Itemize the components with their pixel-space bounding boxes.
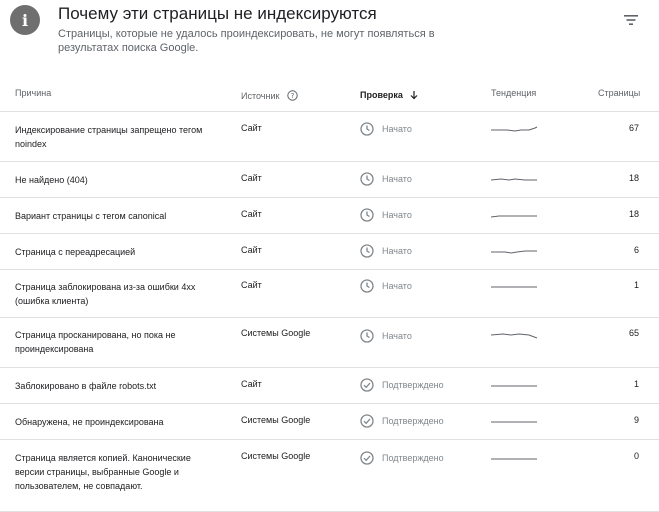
- table-row[interactable]: Вариант страницы с тегом canonical Сайт На…: [0, 198, 659, 234]
- trend-sparkline: [491, 215, 537, 218]
- row-status-label: Подтверждено: [382, 380, 444, 390]
- row-pages-count: 1: [633, 280, 639, 290]
- row-reason: Страница является копией. Канонические в…: [15, 453, 191, 491]
- row-reason: Страница просканирована, но пока не прои…: [15, 330, 176, 354]
- column-trend: Тенденция: [491, 88, 537, 98]
- column-validation[interactable]: Проверка: [360, 88, 418, 100]
- row-pages-count: 65: [628, 328, 639, 338]
- check-circle-icon: [360, 378, 374, 392]
- row-status-label: Начато: [382, 281, 412, 291]
- row-source: Системы Google: [241, 415, 311, 425]
- svg-text:?: ?: [291, 92, 295, 100]
- row-status: Подтверждено: [360, 414, 444, 428]
- filter-button[interactable]: [619, 8, 643, 32]
- trend-sparkline: [491, 126, 538, 132]
- row-reason: Страница с переадресацией: [15, 247, 136, 257]
- row-source: Сайт: [241, 209, 262, 219]
- row-status: Начато: [360, 208, 412, 222]
- column-source[interactable]: Источник ?: [241, 88, 298, 101]
- trend-sparkline: [491, 385, 537, 387]
- row-pages-count: 6: [633, 245, 639, 255]
- column-reason[interactable]: Причина: [15, 88, 51, 98]
- row-status: Начато: [360, 244, 412, 258]
- clock-icon: [360, 329, 374, 343]
- section-subtitle: Страницы, которые не удалось проиндексир…: [58, 28, 435, 54]
- table-row[interactable]: Заблокировано в файле robots.txt Сайт Подт…: [0, 368, 659, 404]
- trend-sparkline: [491, 178, 537, 181]
- help-icon[interactable]: ?: [287, 90, 298, 101]
- table-header: Причина Источник ? Проверка Тенденция Ст…: [0, 84, 659, 104]
- section-header: i Почему эти страницы не индексируются С…: [0, 0, 659, 70]
- filter-icon: [624, 15, 638, 25]
- row-reason: Не найдено (404): [15, 175, 88, 185]
- row-source: Системы Google: [241, 451, 311, 461]
- row-status-label: Начато: [382, 124, 412, 134]
- trend-sparkline: [491, 421, 537, 423]
- trend-sparkline: [491, 333, 538, 339]
- sort-arrow-down-icon: [410, 91, 418, 100]
- clock-icon: [360, 244, 374, 258]
- row-reason: Обнаружена, не проиндексирована: [15, 417, 164, 427]
- row-status: Начато: [360, 279, 412, 293]
- clock-icon: [360, 279, 374, 293]
- row-reason: Заблокировано в файле robots.txt: [15, 381, 157, 391]
- row-pages-count: 67: [628, 123, 639, 133]
- trend-sparkline: [491, 286, 537, 288]
- table-row[interactable]: Страница просканирована, но пока не прои…: [0, 318, 659, 368]
- table-row[interactable]: Не найдено (404) Сайт Начато 18: [0, 162, 659, 198]
- info-icon: i: [10, 5, 40, 35]
- table-row[interactable]: Страница является копией. Канонические в…: [0, 440, 659, 512]
- section-title: Почему эти страницы не индексируются: [58, 4, 377, 23]
- row-status-label: Начато: [382, 210, 412, 220]
- row-source: Сайт: [241, 173, 262, 183]
- row-pages-count: 9: [633, 415, 639, 425]
- row-reason: Вариант страницы с тегом canonical: [15, 211, 167, 221]
- row-status-label: Подтверждено: [382, 416, 444, 426]
- row-source: Системы Google: [241, 328, 311, 338]
- row-reason: Индексирование страницы запрещено тегом …: [15, 125, 203, 149]
- row-status-label: Начато: [382, 174, 412, 184]
- table-row[interactable]: Обнаружена, не проиндексирована Системы G…: [0, 404, 659, 440]
- row-source: Сайт: [241, 280, 262, 290]
- row-pages-count: 18: [628, 209, 639, 219]
- row-status-label: Начато: [382, 331, 412, 341]
- table-row[interactable]: Страница заблокирована из-за ошибки 4xx …: [0, 270, 659, 318]
- row-status-label: Подтверждено: [382, 453, 444, 463]
- row-pages-count: 18: [628, 173, 639, 183]
- row-source: Сайт: [241, 379, 262, 389]
- clock-icon: [360, 208, 374, 222]
- column-validation-label: Проверка: [360, 90, 403, 100]
- check-circle-icon: [360, 451, 374, 465]
- row-reason: Страница заблокирована из-за ошибки 4xx …: [15, 282, 196, 306]
- table-row[interactable]: Страница с переадресацией Сайт Начато 6: [0, 234, 659, 270]
- row-status: Начато: [360, 172, 412, 186]
- column-pages[interactable]: Страницы: [598, 88, 640, 98]
- clock-icon: [360, 122, 374, 136]
- row-pages-count: 1: [633, 379, 639, 389]
- row-source: Сайт: [241, 123, 262, 133]
- row-status: Подтверждено: [360, 451, 444, 465]
- row-pages-count: 0: [633, 451, 639, 461]
- table-row[interactable]: Индексирование страницы запрещено тегом …: [0, 112, 659, 162]
- row-status: Подтверждено: [360, 378, 444, 392]
- row-status: Начато: [360, 122, 412, 136]
- clock-icon: [360, 172, 374, 186]
- trend-sparkline: [491, 250, 537, 254]
- column-source-label: Источник: [241, 91, 280, 101]
- trend-sparkline: [491, 458, 537, 460]
- row-status-label: Начато: [382, 246, 412, 256]
- row-status: Начато: [360, 329, 412, 343]
- check-circle-icon: [360, 414, 374, 428]
- row-source: Сайт: [241, 245, 262, 255]
